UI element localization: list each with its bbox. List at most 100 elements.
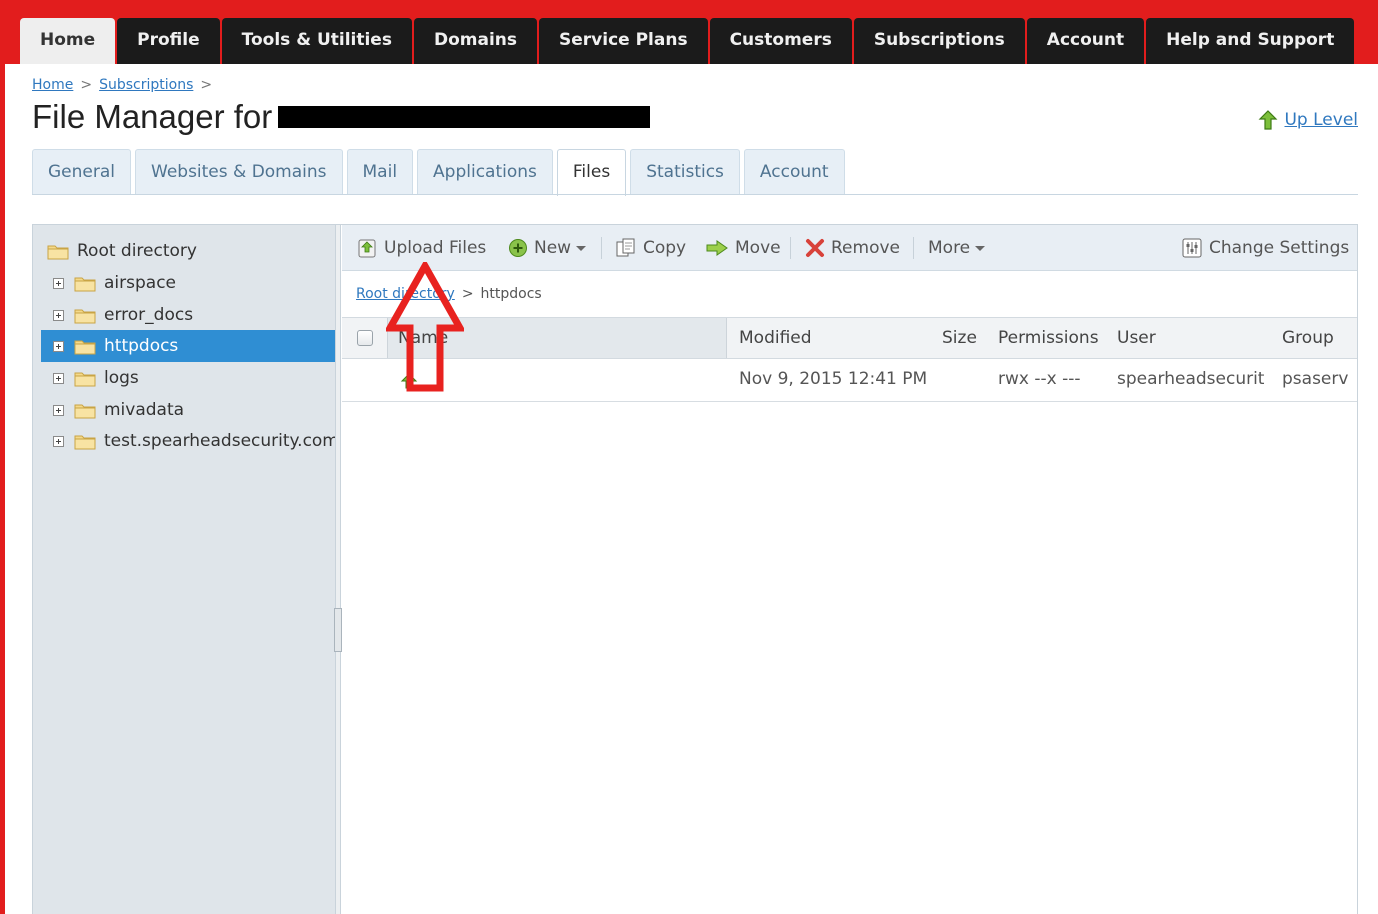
expand-icon[interactable] bbox=[53, 277, 64, 289]
toolbar-separator bbox=[601, 237, 602, 259]
cell-user: spearheadsecurit bbox=[1117, 369, 1265, 389]
toolbar-separator bbox=[913, 237, 914, 259]
splitter-handle[interactable] bbox=[334, 608, 342, 652]
expand-icon[interactable] bbox=[53, 340, 64, 352]
subscription-tabs: General Websites & Domains Mail Applicat… bbox=[32, 149, 849, 196]
tree-item-httpdocs[interactable]: httpdocs bbox=[41, 330, 335, 362]
settings-sliders-icon bbox=[1182, 238, 1202, 258]
directory-tree: Root directory airspace error_docs httpd… bbox=[33, 225, 335, 914]
folder-icon bbox=[74, 435, 96, 449]
tab-statistics[interactable]: Statistics bbox=[630, 149, 740, 194]
toolbar-separator bbox=[790, 237, 791, 259]
move-label: Move bbox=[735, 238, 781, 258]
copy-label: Copy bbox=[643, 238, 687, 258]
folder-icon bbox=[74, 309, 96, 323]
change-settings-button[interactable]: Change Settings bbox=[1181, 225, 1349, 271]
tab-general[interactable]: General bbox=[32, 149, 131, 194]
more-button[interactable]: More bbox=[928, 225, 986, 271]
cell-permissions: rwx --x --- bbox=[998, 369, 1081, 389]
column-modified[interactable]: Modified bbox=[739, 318, 812, 358]
copy-icon bbox=[616, 238, 635, 257]
folder-icon bbox=[74, 404, 96, 418]
tree-item-logs[interactable]: logs bbox=[53, 363, 335, 393]
move-arrow-icon bbox=[706, 240, 728, 256]
tab-websites-domains[interactable]: Websites & Domains bbox=[135, 149, 343, 194]
nav-domains[interactable]: Domains bbox=[413, 18, 537, 64]
breadcrumb-home-link[interactable]: Home bbox=[32, 77, 73, 93]
tree-item-test-spearheadsecurity[interactable]: test.spearheadsecurity.com bbox=[53, 426, 335, 456]
upload-files-label: Upload Files bbox=[384, 238, 487, 258]
file-table-header: Name Modified Size Permissions User Grou… bbox=[342, 317, 1357, 359]
tree-item-label: airspace bbox=[104, 273, 177, 293]
main-nav: Home Profile Tools & Utilities Domains S… bbox=[20, 18, 1356, 64]
up-level-label: Up Level bbox=[1284, 110, 1358, 130]
tree-item-mivadata[interactable]: mivadata bbox=[53, 395, 335, 425]
chevron-down-icon bbox=[975, 245, 986, 251]
nav-tools-utilities[interactable]: Tools & Utilities bbox=[221, 18, 412, 64]
select-all-checkbox[interactable] bbox=[357, 330, 373, 346]
tab-files[interactable]: Files bbox=[556, 149, 627, 196]
new-button[interactable]: New bbox=[508, 225, 587, 271]
column-permissions[interactable]: Permissions bbox=[998, 318, 1099, 358]
chevron-down-icon bbox=[576, 245, 587, 251]
tree-item-label: mivadata bbox=[104, 400, 185, 420]
tab-divider bbox=[32, 194, 1358, 195]
expand-icon[interactable] bbox=[53, 404, 64, 416]
up-arrow-icon bbox=[1259, 110, 1278, 130]
nav-service-plans[interactable]: Service Plans bbox=[539, 18, 708, 64]
copy-button[interactable]: Copy bbox=[615, 225, 686, 271]
column-size[interactable]: Size bbox=[942, 318, 977, 358]
folder-icon bbox=[74, 277, 96, 291]
add-icon bbox=[509, 239, 527, 257]
breadcrumb-separator: > bbox=[80, 77, 93, 93]
expand-icon[interactable] bbox=[53, 372, 64, 384]
move-button[interactable]: Move bbox=[705, 225, 781, 271]
remove-x-icon bbox=[806, 239, 824, 257]
breadcrumb-separator: > bbox=[200, 77, 213, 93]
nav-account[interactable]: Account bbox=[1026, 18, 1145, 64]
nav-customers[interactable]: Customers bbox=[709, 18, 852, 64]
change-settings-label: Change Settings bbox=[1209, 238, 1350, 258]
up-level-link[interactable]: Up Level bbox=[1258, 110, 1358, 130]
redacted-domain-bar bbox=[278, 106, 651, 129]
tree-item-label: Root directory bbox=[77, 241, 197, 261]
nav-profile[interactable]: Profile bbox=[117, 18, 220, 64]
folder-icon bbox=[74, 340, 96, 354]
tree-item-label: httpdocs bbox=[104, 336, 179, 356]
cell-group: psaserv bbox=[1282, 369, 1349, 389]
new-label: New bbox=[534, 238, 572, 258]
tab-applications[interactable]: Applications bbox=[417, 149, 553, 194]
page-title: File Manager for bbox=[32, 98, 651, 136]
tree-item-label: logs bbox=[104, 368, 139, 388]
nav-home[interactable]: Home bbox=[20, 18, 116, 64]
path-current: httpdocs bbox=[480, 286, 542, 302]
tree-root-directory[interactable]: Root directory bbox=[47, 236, 335, 266]
nav-help-support[interactable]: Help and Support bbox=[1146, 18, 1355, 64]
tab-mail[interactable]: Mail bbox=[346, 149, 414, 194]
expand-icon[interactable] bbox=[53, 435, 64, 447]
tab-account[interactable]: Account bbox=[743, 149, 845, 194]
breadcrumb-subscriptions-link[interactable]: Subscriptions bbox=[99, 77, 193, 93]
annotation-up-arrow-icon bbox=[386, 262, 464, 392]
more-label: More bbox=[928, 238, 971, 258]
remove-label: Remove bbox=[831, 238, 900, 258]
table-row[interactable]: Nov 9, 2015 12:41 PM rwx --x --- spearhe… bbox=[342, 359, 1357, 402]
expand-icon[interactable] bbox=[53, 309, 64, 321]
tree-item-error-docs[interactable]: error_docs bbox=[53, 300, 335, 330]
tree-item-airspace[interactable]: airspace bbox=[53, 268, 335, 298]
column-user[interactable]: User bbox=[1117, 318, 1156, 358]
folder-icon bbox=[47, 245, 69, 259]
file-toolbar: Upload Files New Copy Move Remove More C… bbox=[342, 225, 1357, 271]
tree-item-label: error_docs bbox=[104, 305, 194, 325]
upload-icon bbox=[358, 239, 376, 258]
cell-modified: Nov 9, 2015 12:41 PM bbox=[739, 369, 928, 389]
nav-subscriptions[interactable]: Subscriptions bbox=[853, 18, 1025, 64]
panel-splitter[interactable] bbox=[335, 225, 341, 914]
breadcrumb: Home > Subscriptions > bbox=[32, 77, 219, 93]
tree-item-label: test.spearheadsecurity.com bbox=[104, 431, 335, 451]
remove-button[interactable]: Remove bbox=[805, 225, 900, 271]
page-title-text: File Manager for bbox=[32, 98, 273, 135]
left-red-edge bbox=[0, 64, 5, 914]
column-group[interactable]: Group bbox=[1282, 318, 1334, 358]
folder-icon bbox=[74, 372, 96, 386]
